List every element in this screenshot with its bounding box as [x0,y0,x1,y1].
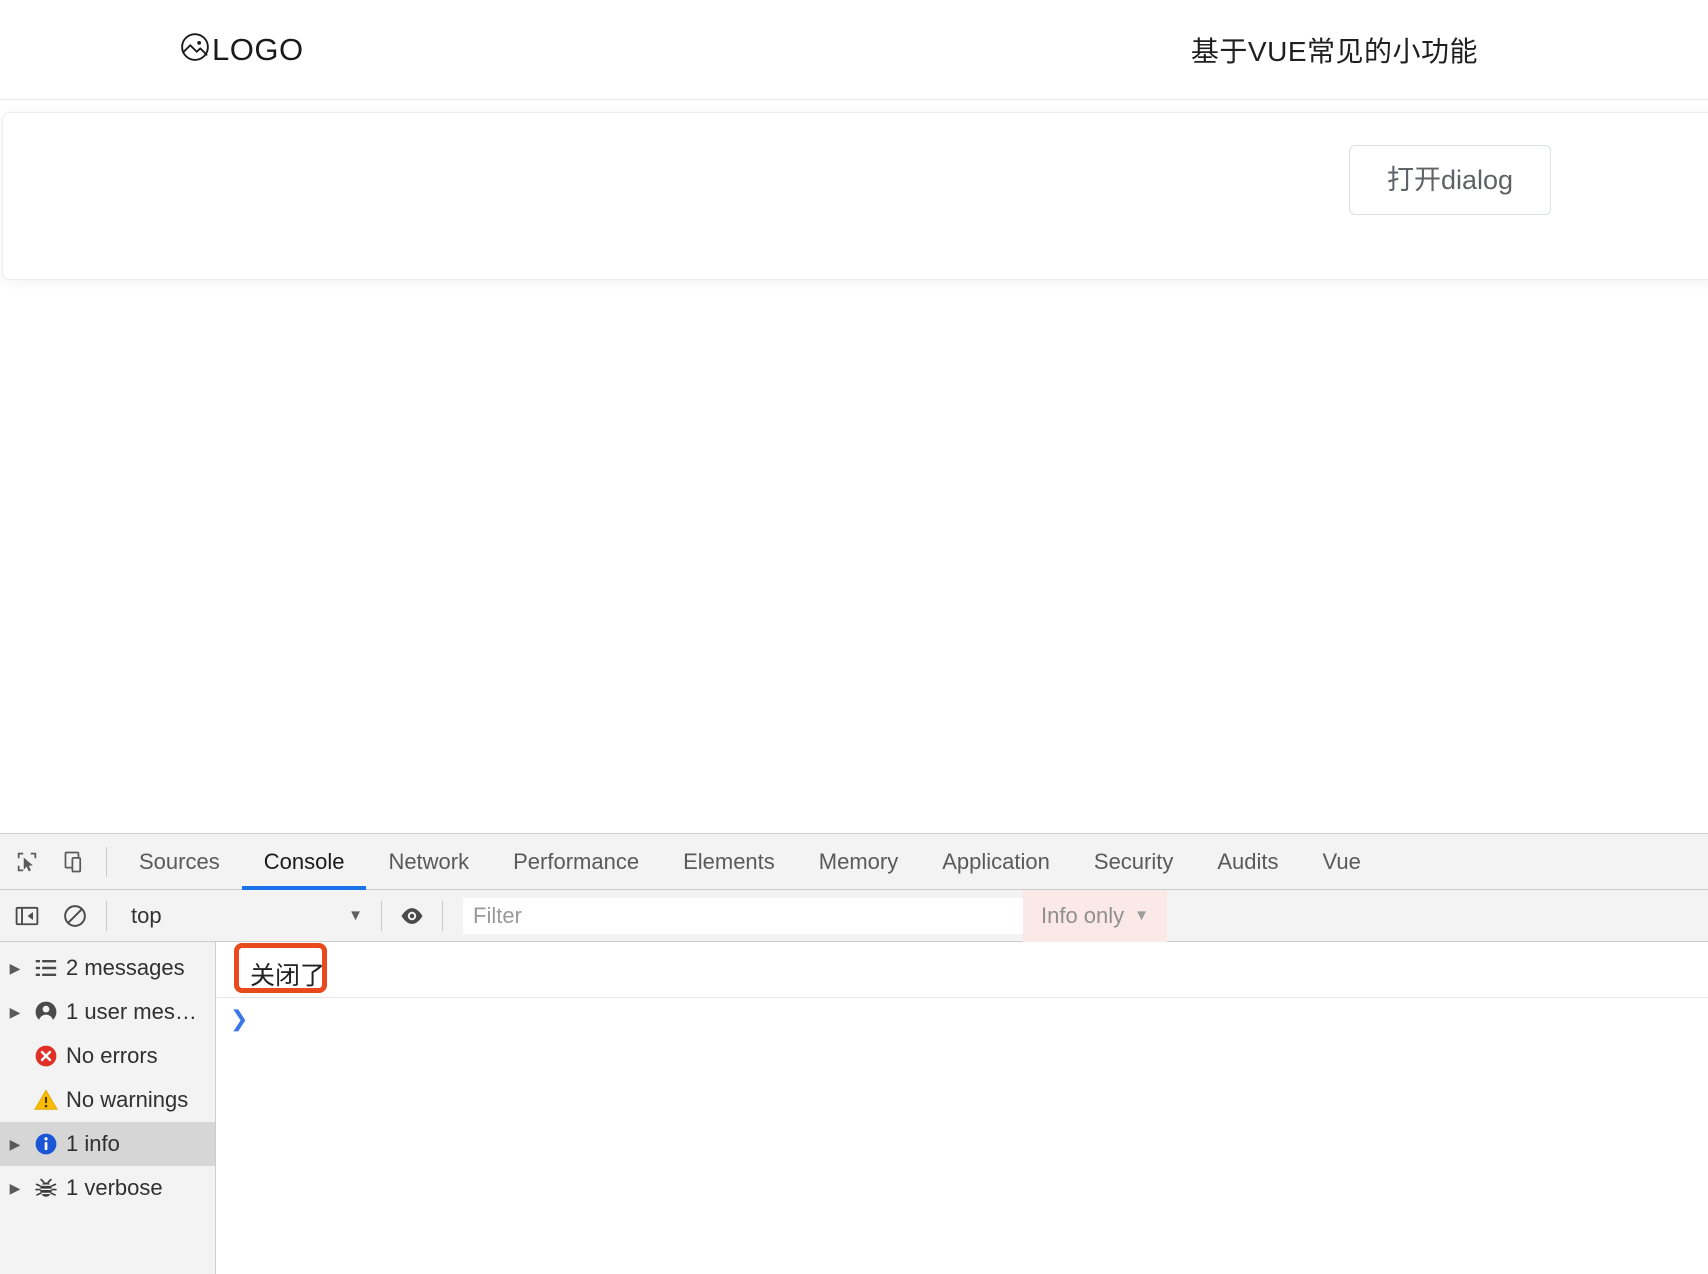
console-sidebar-toggle-icon[interactable] [6,895,48,937]
filterbar-divider-2 [381,900,382,931]
sidebar-item-label: No warnings [66,1087,189,1112]
sidebar-item-messages[interactable]: ▶ 2 messages [0,946,215,990]
console-message-row[interactable]: 关闭了 [216,942,1708,998]
sidebar-item-label: 2 messages [66,955,185,980]
log-level-value: Info only [1041,902,1125,928]
toolbar-divider [106,846,107,877]
demo-card: 打开dialog [2,112,1708,280]
sidebar-item-user-messages[interactable]: ▶ 1 user mes… [0,990,215,1034]
sidebar-item-label: 1 info [66,1131,120,1156]
console-body: ▶ 2 messages ▶ 1 user mes… No errors No … [0,942,1708,1274]
expand-arrow-icon[interactable]: ▶ [4,1180,26,1197]
tab-application[interactable]: Application [920,834,1072,890]
clear-console-icon[interactable] [54,895,96,937]
log-level-select[interactable]: Info only ▼ [1023,889,1168,942]
devtools-tabbar: Sources Console Network Performance Elem… [0,834,1708,890]
sidebar-item-label: 1 verbose [66,1175,163,1200]
tab-security[interactable]: Security [1072,834,1195,890]
console-filter-input[interactable] [463,897,1023,934]
sidebar-item-errors[interactable]: ▶ No errors [0,1034,215,1078]
tab-performance[interactable]: Performance [491,834,661,890]
open-dialog-button[interactable]: 打开dialog [1349,145,1551,215]
console-prompt-row[interactable]: ❯ [216,998,1708,1044]
execution-context-select[interactable]: top ▼ [121,899,371,933]
logo-text: LOGO [212,31,304,67]
devtools-panel: Sources Console Network Performance Elem… [0,833,1708,1274]
browser-viewport: LOGO 基于VUE常见的小功能 打开dialog [0,0,1708,833]
sidebar-item-verbose[interactable]: ▶ 1 verbose [0,1166,215,1210]
site-logo[interactable]: LOGO [180,32,304,68]
tab-memory[interactable]: Memory [797,834,920,890]
devtools-tab-list: Sources Console Network Performance Elem… [117,834,1383,890]
person-icon [26,999,66,1025]
chevron-down-icon: ▼ [348,907,363,924]
page-title: 基于VUE常见的小功能 [1190,35,1478,67]
console-filter-toolbar: top ▼ Info only ▼ [0,889,1708,942]
filterbar-divider-3 [442,900,443,931]
tab-console[interactable]: Console [241,834,367,890]
inspect-cursor-icon[interactable] [6,841,48,883]
console-output: 关闭了 ❯ [216,942,1708,1274]
tab-audits[interactable]: Audits [1195,834,1300,890]
expand-arrow-icon[interactable]: ▶ [4,960,26,977]
site-header: LOGO 基于VUE常见的小功能 [0,0,1708,100]
expand-arrow-icon[interactable]: ▶ [4,1004,26,1021]
info-icon [26,1131,66,1157]
bug-icon [26,1175,66,1201]
expand-arrow-icon[interactable]: ▶ [4,1136,26,1153]
tab-sources[interactable]: Sources [117,834,242,890]
sidebar-item-warnings[interactable]: ▶ No warnings [0,1078,215,1122]
warning-icon [26,1087,66,1113]
console-message-text: 关闭了 [250,962,326,990]
tab-vue[interactable]: Vue [1301,834,1383,890]
sidebar-item-label: 1 user mes… [66,999,197,1024]
chevron-down-icon: ▼ [1134,907,1150,924]
tab-elements[interactable]: Elements [661,834,797,890]
device-toolbar-icon[interactable] [54,841,96,883]
execution-context-value: top [131,902,162,928]
eye-icon[interactable] [392,898,432,934]
console-sidebar: ▶ 2 messages ▶ 1 user mes… No errors No … [0,942,216,1274]
prompt-arrow-icon: ❯ [230,1006,249,1031]
image-circle-icon [180,32,210,67]
error-icon [26,1043,66,1069]
sidebar-item-info[interactable]: ▶ 1 info [0,1122,215,1166]
list-icon [26,955,66,981]
sidebar-item-label: No errors [66,1043,158,1068]
tab-network[interactable]: Network [366,834,491,890]
content-area: 打开dialog [0,100,1708,280]
filterbar-divider-1 [106,900,107,931]
